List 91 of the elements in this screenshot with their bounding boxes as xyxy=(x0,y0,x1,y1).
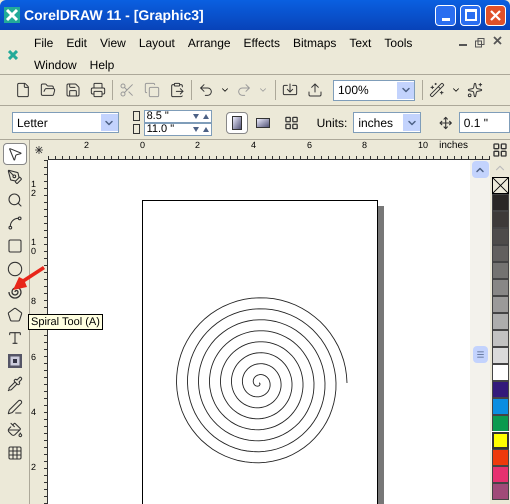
menu-item[interactable]: Window xyxy=(30,56,81,74)
window-title: CorelDRAW 11 - [Graphic3] xyxy=(24,6,205,25)
tooltip: Spiral Tool (A) xyxy=(28,314,103,330)
color-swatch[interactable] xyxy=(492,466,508,483)
spin-arrows-icon[interactable] xyxy=(192,112,210,120)
freehand-tool-icon xyxy=(6,215,22,231)
ruler-label: 6 xyxy=(31,353,38,362)
ruler-unit-label: inches xyxy=(439,140,468,151)
ruler-label: 10 xyxy=(31,238,38,256)
menu-item[interactable]: Bitmaps xyxy=(289,34,340,52)
page-layout-icon[interactable] xyxy=(284,114,299,132)
color-swatch[interactable] xyxy=(492,279,508,296)
color-swatch[interactable] xyxy=(492,211,508,228)
arrow-overlay xyxy=(10,265,46,293)
nudge-field[interactable]: 0.1 " xyxy=(458,112,510,133)
ruler-label: 4 xyxy=(251,140,256,151)
units-dropdown[interactable]: inches xyxy=(353,112,422,133)
color-swatch[interactable] xyxy=(492,296,508,313)
color-swatch[interactable] xyxy=(492,245,508,262)
color-swatch[interactable] xyxy=(492,347,508,364)
no-color-swatch[interactable] xyxy=(492,177,508,194)
width-icon xyxy=(132,111,140,121)
dropdown-button[interactable] xyxy=(100,114,118,131)
color-swatch[interactable] xyxy=(492,381,508,398)
spiral-drawing[interactable] xyxy=(176,297,348,464)
zoom-dropdown[interactable]: 100% xyxy=(333,80,415,100)
height-icon xyxy=(132,124,140,134)
ruler-label: 2 xyxy=(84,140,90,151)
zoom-tool-icon xyxy=(6,192,22,208)
eyedropper-tool-icon xyxy=(6,376,22,392)
fill-tool-icon xyxy=(6,422,22,438)
app-logo-icon xyxy=(4,7,20,23)
menu-item[interactable]: Text xyxy=(345,34,376,52)
dropdown-button[interactable] xyxy=(397,82,414,98)
menu-item[interactable]: Tools xyxy=(380,34,416,52)
menu-item[interactable]: File xyxy=(30,34,58,52)
ruler-label: 2 xyxy=(195,140,200,151)
ellipse-tool-icon xyxy=(6,261,22,277)
color-swatch[interactable] xyxy=(492,415,508,432)
nested-squares-icon xyxy=(6,353,22,369)
restore-icon[interactable] xyxy=(475,38,485,48)
dropdown-button[interactable] xyxy=(403,114,420,131)
color-swatch[interactable] xyxy=(492,194,508,211)
menu-item[interactable]: View xyxy=(96,34,130,52)
color-swatch[interactable] xyxy=(492,228,508,245)
ruler-label: 8 xyxy=(362,140,368,151)
color-swatch[interactable] xyxy=(492,313,508,330)
maximize-button[interactable] xyxy=(460,4,481,26)
color-swatch[interactable] xyxy=(492,432,508,449)
shape-tool-icon xyxy=(6,169,22,185)
spin-arrows-icon[interactable] xyxy=(192,126,210,132)
pick-tool-icon xyxy=(6,146,22,162)
paper-size-dropdown[interactable]: Letter xyxy=(12,112,119,133)
color-swatch[interactable] xyxy=(492,262,508,279)
polygon-tool-icon xyxy=(6,307,22,323)
menu-item[interactable]: Arrange xyxy=(184,34,235,52)
text-tool-icon xyxy=(6,330,22,346)
color-swatch[interactable] xyxy=(492,364,508,381)
ruler-label: 8 xyxy=(31,297,38,306)
menu-item[interactable]: Layout xyxy=(134,34,179,52)
size-spinbox[interactable]: 11.0 " xyxy=(144,122,212,136)
ruler-label: 4 xyxy=(31,408,38,417)
tool-button[interactable] xyxy=(2,143,26,165)
portrait-button[interactable] xyxy=(226,112,248,134)
color-swatch[interactable] xyxy=(492,449,508,466)
menu-item[interactable]: Effects xyxy=(240,34,284,52)
ruler-label: 10 xyxy=(418,140,428,151)
scroll-thumb[interactable] xyxy=(472,346,488,363)
ruler-label: 12 xyxy=(31,180,38,198)
ruler-origin-icon[interactable] xyxy=(35,146,43,154)
grip-icon xyxy=(476,350,484,359)
close-icon xyxy=(490,10,501,20)
outline-tool-icon xyxy=(6,399,22,415)
color-swatch[interactable] xyxy=(492,398,508,415)
menu-item[interactable]: Help xyxy=(86,56,118,74)
color-swatch[interactable] xyxy=(492,330,508,347)
nudge-icon xyxy=(439,114,453,130)
document-icon xyxy=(8,50,18,60)
grid-tool-icon xyxy=(6,445,22,461)
close-icon[interactable] xyxy=(493,36,502,45)
ruler-label: 2 xyxy=(31,463,38,472)
scroll-up-button[interactable] xyxy=(472,161,488,178)
units-label: Units: xyxy=(316,114,348,132)
ruler-label: 0 xyxy=(140,140,146,151)
menu-item[interactable]: Edit xyxy=(62,34,92,52)
close-button[interactable] xyxy=(485,4,506,26)
minimize-button[interactable] xyxy=(435,4,456,26)
ruler-label: 6 xyxy=(307,140,312,151)
color-swatch[interactable] xyxy=(492,483,508,500)
rectangle-tool-icon xyxy=(6,238,22,254)
size-spinbox[interactable]: 8.5 " xyxy=(144,110,212,122)
